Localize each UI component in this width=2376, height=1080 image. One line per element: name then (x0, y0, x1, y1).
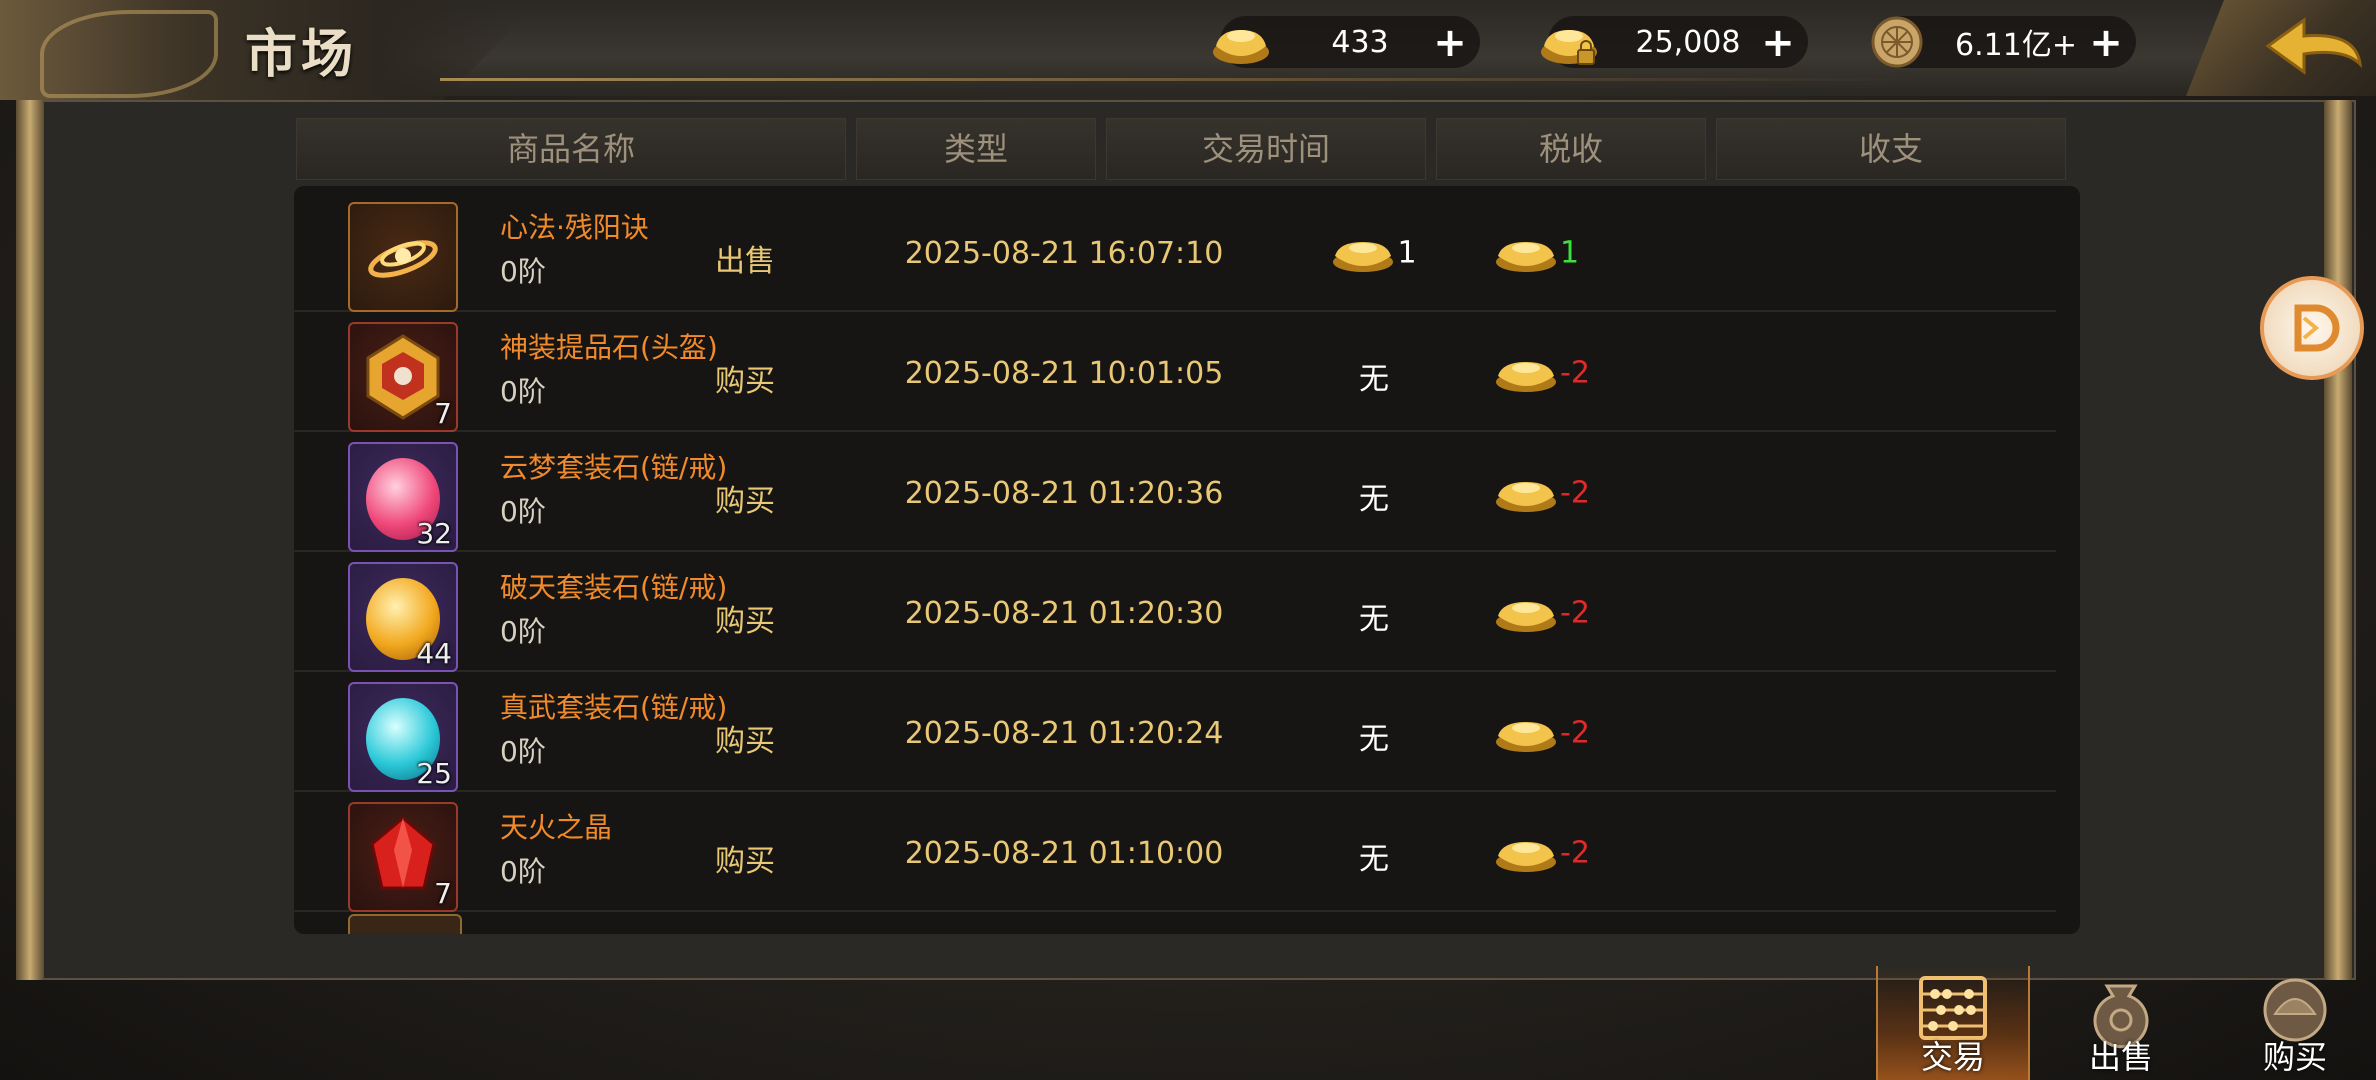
gold-ingot-icon (1333, 242, 1394, 272)
item-count: 25 (416, 757, 452, 790)
tax-value: 无 (1359, 842, 1389, 877)
balance-cell: -2 (1494, 594, 1694, 634)
transaction-time: 2025-08-21 16:07:10 (904, 236, 1224, 271)
item-name: 天火之晶 (500, 811, 613, 844)
transaction-type: 购买 (715, 604, 775, 639)
table-header: 商品名称 类型 交易时间 税收 收支 (296, 118, 2066, 180)
item-grade: 0阶 (500, 255, 546, 288)
scroll-skill-icon[interactable] (348, 202, 458, 312)
red-crystal-icon[interactable]: 7 (348, 802, 458, 912)
col-tax: 税收 (1436, 118, 1706, 180)
gold-ingot-icon (1496, 602, 1556, 632)
col-balance: 收支 (1716, 118, 2066, 180)
item-count: 32 (416, 517, 452, 550)
table-row[interactable]: 25 真武套装石(链/戒) 0阶 购买 2025-08-21 01:20:24 … (294, 674, 2056, 792)
right-pillar (2324, 100, 2352, 980)
table-row[interactable]: 32 云梦套装石(链/戒) 0阶 购买 2025-08-21 01:20:36 … (294, 434, 2056, 552)
balance-cell: 1 (1494, 234, 1694, 274)
locked-gold-amount: 25,008 (1635, 24, 1741, 60)
title-divider (440, 78, 1910, 81)
gold-ingot-icon (1213, 30, 1269, 64)
transaction-time: 2025-08-21 01:20:24 (904, 716, 1224, 751)
item-count: 7 (434, 877, 452, 910)
page-title: 市场 (245, 24, 358, 85)
add-gold-button[interactable]: + (1430, 20, 1470, 66)
item-grade: 0阶 (500, 735, 546, 768)
col-item-name: 商品名称 (296, 118, 846, 180)
add-locked-gold-button[interactable]: + (1758, 20, 1798, 66)
tax-value: 无 (1359, 482, 1389, 517)
table-row[interactable]: 44 破天套装石(链/戒) 0阶 购买 2025-08-21 01:20:30 … (294, 554, 2056, 672)
balance-cell: -2 (1494, 474, 1694, 514)
tab-trade[interactable]: 交易 (1876, 966, 2030, 1080)
amber-gem-icon[interactable]: 44 (348, 562, 458, 672)
floating-assistant-button[interactable] (2260, 276, 2364, 380)
tax-value: 无 (1359, 362, 1389, 397)
transaction-time: 2025-08-21 01:20:30 (904, 596, 1224, 631)
currency-gold: 433 + (1213, 16, 1480, 68)
tax-cell: 1 (1284, 234, 1464, 274)
balance-value: 1 (1560, 235, 1580, 271)
transaction-type: 出售 (715, 244, 775, 279)
tab-trade-label: 交易 (1920, 1038, 1985, 1076)
tax-value: 无 (1359, 722, 1389, 757)
gold-amount: 433 (1331, 24, 1389, 60)
locked-gold-ingot-icon (1541, 30, 1597, 65)
item-grade: 0阶 (500, 615, 546, 648)
silver-coin-icon (1871, 16, 1923, 68)
back-arrow-icon (2265, 17, 2363, 75)
col-type: 类型 (856, 118, 1096, 180)
item-grade: 0阶 (500, 495, 546, 528)
balance-value: -2 (1560, 475, 1590, 511)
gold-ingot-icon (1496, 722, 1556, 752)
balance-cell: -2 (1494, 354, 1694, 394)
table-row[interactable]: 7 天火之晶 0阶 购买 2025-08-21 01:10:00 无 -2 (294, 794, 2056, 912)
balance-value: -2 (1560, 355, 1590, 391)
assistant-logo-icon (2294, 304, 2340, 352)
transaction-table[interactable]: 心法·残阳诀 0阶 出售 2025-08-21 16:07:10 1 1 7 神… (294, 186, 2080, 934)
add-silver-button[interactable]: + (2086, 20, 2126, 66)
balance-cell: -2 (1494, 834, 1694, 874)
transaction-type: 购买 (715, 844, 775, 879)
silver-amount: 6.11亿+ (1955, 28, 2077, 63)
tax-value: 1 (1397, 235, 1417, 271)
balance-value: -2 (1560, 595, 1590, 631)
left-pillar (16, 100, 44, 980)
balance-cell: -2 (1494, 714, 1694, 754)
pink-gem-icon[interactable]: 32 (348, 442, 458, 552)
item-grade: 0阶 (500, 855, 546, 888)
currency-silver: 6.11亿+ + (1871, 16, 2136, 68)
transaction-time: 2025-08-21 10:01:05 (904, 356, 1224, 391)
transaction-type: 购买 (715, 724, 775, 759)
tax-value: 无 (1359, 602, 1389, 637)
gold-ingot-icon (1496, 242, 1556, 272)
tab-buy-label: 购买 (2262, 1038, 2327, 1076)
col-time: 交易时间 (1106, 118, 1426, 180)
transaction-time: 2025-08-21 01:10:00 (904, 836, 1224, 871)
table-row[interactable]: 7 神装提品石(头盔) 0阶 购买 2025-08-21 10:01:05 无 … (294, 314, 2056, 432)
item-count: 7 (434, 397, 452, 430)
balance-value: -2 (1560, 835, 1590, 871)
helmet-upgrade-stone-icon[interactable]: 7 (348, 322, 458, 432)
gold-ingot-icon (1496, 842, 1556, 872)
tab-sell[interactable]: 出售 (2046, 966, 2196, 1080)
title-ornament-icon (40, 10, 218, 98)
currency-locked-gold: 25,008 + (1541, 16, 1808, 68)
item-icon-partial (348, 914, 462, 934)
table-row[interactable]: 心法·残阳诀 0阶 出售 2025-08-21 16:07:10 1 1 (294, 194, 2056, 312)
transaction-type: 购买 (715, 364, 775, 399)
gold-ingot-icon (1496, 362, 1556, 392)
item-name: 心法·残阳诀 (500, 211, 649, 244)
tab-buy[interactable]: 购买 (2220, 966, 2370, 1080)
cyan-gem-icon[interactable]: 25 (348, 682, 458, 792)
item-grade: 0阶 (500, 375, 546, 408)
transaction-type: 购买 (715, 484, 775, 519)
item-count: 44 (416, 637, 452, 670)
tab-sell-label: 出售 (2088, 1038, 2153, 1076)
balance-value: -2 (1560, 715, 1590, 751)
transaction-time: 2025-08-21 01:20:36 (904, 476, 1224, 511)
gold-ingot-icon (1496, 482, 1556, 512)
